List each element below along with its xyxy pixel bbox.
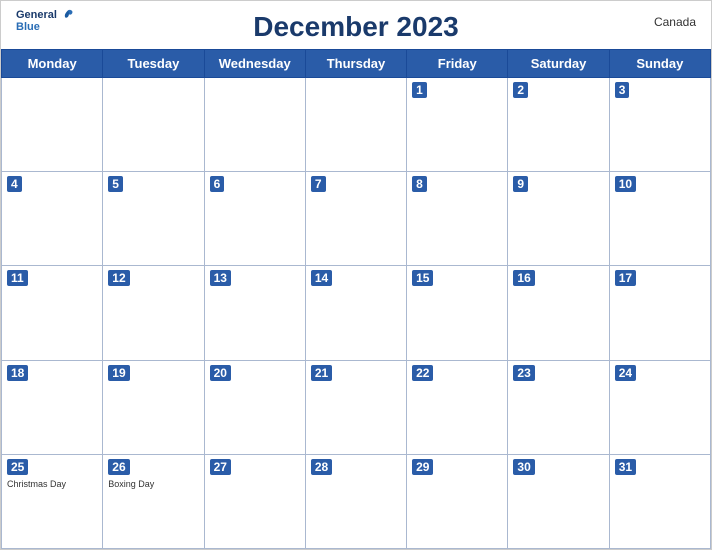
logo-blue-text: Blue [16,21,40,33]
calendar-cell: 12 [103,266,204,360]
calendar-table: Monday Tuesday Wednesday Thursday Friday… [1,49,711,549]
calendar-week-row: 11 12 13 14 15 16 17 [2,266,711,360]
day-number: 1 [412,82,427,98]
day-number: 30 [513,459,534,475]
weekday-header-row: Monday Tuesday Wednesday Thursday Friday… [2,50,711,78]
calendar-cell: 23 [508,360,609,454]
calendar-cell: 31 [609,454,710,548]
calendar-cell: 28 [305,454,406,548]
calendar-cell [204,78,305,172]
day-number: 31 [615,459,636,475]
calendar-cell: 24 [609,360,710,454]
day-number: 2 [513,82,528,98]
day-number: 12 [108,270,129,286]
weekday-monday: Monday [2,50,103,78]
day-number: 28 [311,459,332,475]
day-number: 10 [615,176,636,192]
day-number: 22 [412,365,433,381]
calendar-week-row: 18 19 20 21 22 23 24 [2,360,711,454]
calendar-cell: 26 Boxing Day [103,454,204,548]
day-number: 19 [108,365,129,381]
day-number: 4 [7,176,22,192]
calendar-cell: 2 [508,78,609,172]
day-number: 20 [210,365,231,381]
calendar-cell: 29 [407,454,508,548]
day-number: 16 [513,270,534,286]
day-number: 24 [615,365,636,381]
calendar-cell: 21 [305,360,406,454]
day-number: 9 [513,176,528,192]
calendar-cell: 27 [204,454,305,548]
calendar-cell: 30 [508,454,609,548]
country-label: Canada [654,15,696,29]
calendar-header: General Blue December 2023 Canada [1,1,711,49]
calendar-cell: 9 [508,172,609,266]
day-number: 18 [7,365,28,381]
weekday-wednesday: Wednesday [204,50,305,78]
day-number: 13 [210,270,231,286]
day-number: 14 [311,270,332,286]
calendar-cell: 20 [204,360,305,454]
calendar-cell: 17 [609,266,710,360]
calendar-cell: 14 [305,266,406,360]
day-number: 17 [615,270,636,286]
calendar-cell: 1 [407,78,508,172]
calendar-cell: 13 [204,266,305,360]
calendar-cell: 22 [407,360,508,454]
weekday-thursday: Thursday [305,50,406,78]
calendar-cell [2,78,103,172]
calendar-cell: 6 [204,172,305,266]
calendar-cell: 19 [103,360,204,454]
calendar-cell: 3 [609,78,710,172]
day-number: 27 [210,459,231,475]
day-number: 26 [108,459,129,475]
weekday-tuesday: Tuesday [103,50,204,78]
holiday-label: Christmas Day [7,479,97,489]
calendar-cell: 11 [2,266,103,360]
calendar-wrapper: General Blue December 2023 Canada Monday… [0,0,712,550]
calendar-week-row: 25 Christmas Day 26 Boxing Day 27 28 29 30 31 [2,454,711,548]
day-number: 7 [311,176,326,192]
calendar-cell [305,78,406,172]
calendar-week-row: 4 5 6 7 8 9 10 [2,172,711,266]
holiday-label: Boxing Day [108,479,198,489]
logo: General Blue [16,9,57,33]
calendar-cell: 15 [407,266,508,360]
day-number: 21 [311,365,332,381]
day-number: 23 [513,365,534,381]
day-number: 6 [210,176,225,192]
day-number: 3 [615,82,630,98]
day-number: 11 [7,270,28,286]
day-number: 29 [412,459,433,475]
calendar-week-row: 1 2 3 [2,78,711,172]
calendar-cell: 7 [305,172,406,266]
day-number: 5 [108,176,123,192]
calendar-cell: 10 [609,172,710,266]
day-number: 15 [412,270,433,286]
weekday-saturday: Saturday [508,50,609,78]
calendar-cell: 18 [2,360,103,454]
calendar-cell: 16 [508,266,609,360]
calendar-cell: 4 [2,172,103,266]
calendar-cell: 5 [103,172,204,266]
weekday-friday: Friday [407,50,508,78]
calendar-title: December 2023 [253,11,458,43]
calendar-cell [103,78,204,172]
calendar-cell: 8 [407,172,508,266]
logo-general-text: General [16,9,57,21]
day-number: 25 [7,459,28,475]
calendar-cell: 25 Christmas Day [2,454,103,548]
day-number: 8 [412,176,427,192]
weekday-sunday: Sunday [609,50,710,78]
